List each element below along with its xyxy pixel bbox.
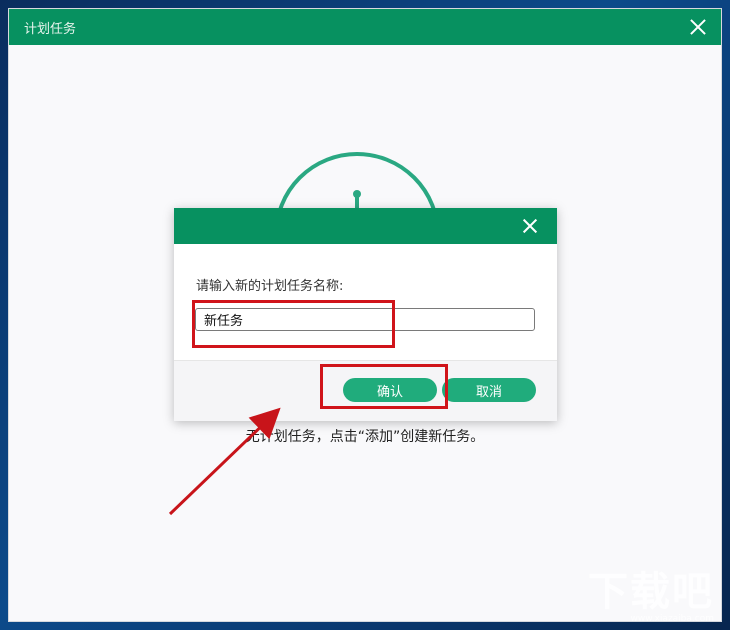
dialog-titlebar [174, 208, 557, 244]
main-titlebar: 计划任务 [9, 9, 721, 45]
task-name-input[interactable] [195, 308, 535, 331]
window-title: 计划任务 [24, 21, 77, 37]
confirm-button[interactable]: 确认 [343, 378, 437, 402]
cancel-button[interactable]: 取消 [442, 378, 536, 402]
dialog-body: 请输入新的计划任务名称: [174, 244, 557, 360]
dialog-footer: 确认 取消 [174, 360, 557, 421]
watermark: 下载吧 www.xiazaiba.com [588, 572, 714, 624]
task-name-prompt: 请输入新的计划任务名称: [196, 279, 344, 294]
watermark-url: www.xiazaiba.com [630, 614, 714, 624]
empty-state-message: 无计划任务，点击“添加”创建新任务。 [245, 429, 485, 445]
dialog-close-icon[interactable] [519, 215, 541, 237]
watermark-brand: 下载吧 [588, 569, 714, 615]
window-close-icon[interactable] [685, 14, 711, 40]
new-task-dialog: 请输入新的计划任务名称: 确认 取消 [174, 208, 557, 421]
